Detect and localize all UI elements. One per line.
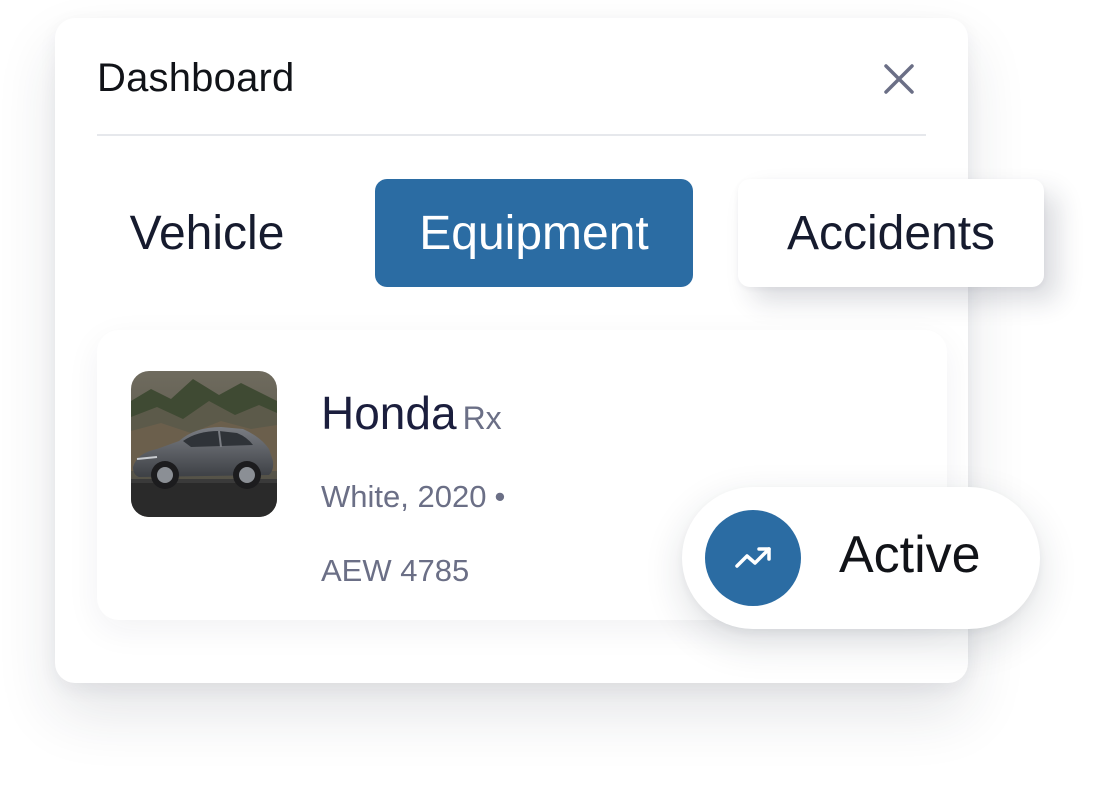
meta-separator: • (494, 479, 506, 514)
vehicle-model: Rx (462, 400, 502, 436)
vehicle-color-year: White, 2020 (321, 479, 487, 514)
vehicle-plate: AEW 4785 (321, 553, 470, 588)
vehicle-make-label: Honda (321, 387, 457, 439)
close-icon[interactable] (882, 62, 916, 96)
status-label: Active (839, 526, 981, 584)
page-title: Dashboard (97, 56, 295, 100)
dashboard-header: Dashboard (97, 50, 926, 136)
tab-vehicle[interactable]: Vehicle (97, 179, 317, 287)
tab-equipment[interactable]: Equipment (375, 179, 693, 287)
tab-accidents[interactable]: Accidents (738, 179, 1044, 287)
vehicle-make: Honda Rx (321, 386, 502, 440)
trending-up-icon (705, 510, 801, 606)
vehicle-meta: White, 2020 • (321, 479, 505, 515)
status-badge[interactable]: Active (682, 487, 1040, 629)
stage: Dashboard Vehicle Equipment Accidents Ho… (0, 0, 1107, 791)
vehicle-photo (131, 371, 277, 517)
